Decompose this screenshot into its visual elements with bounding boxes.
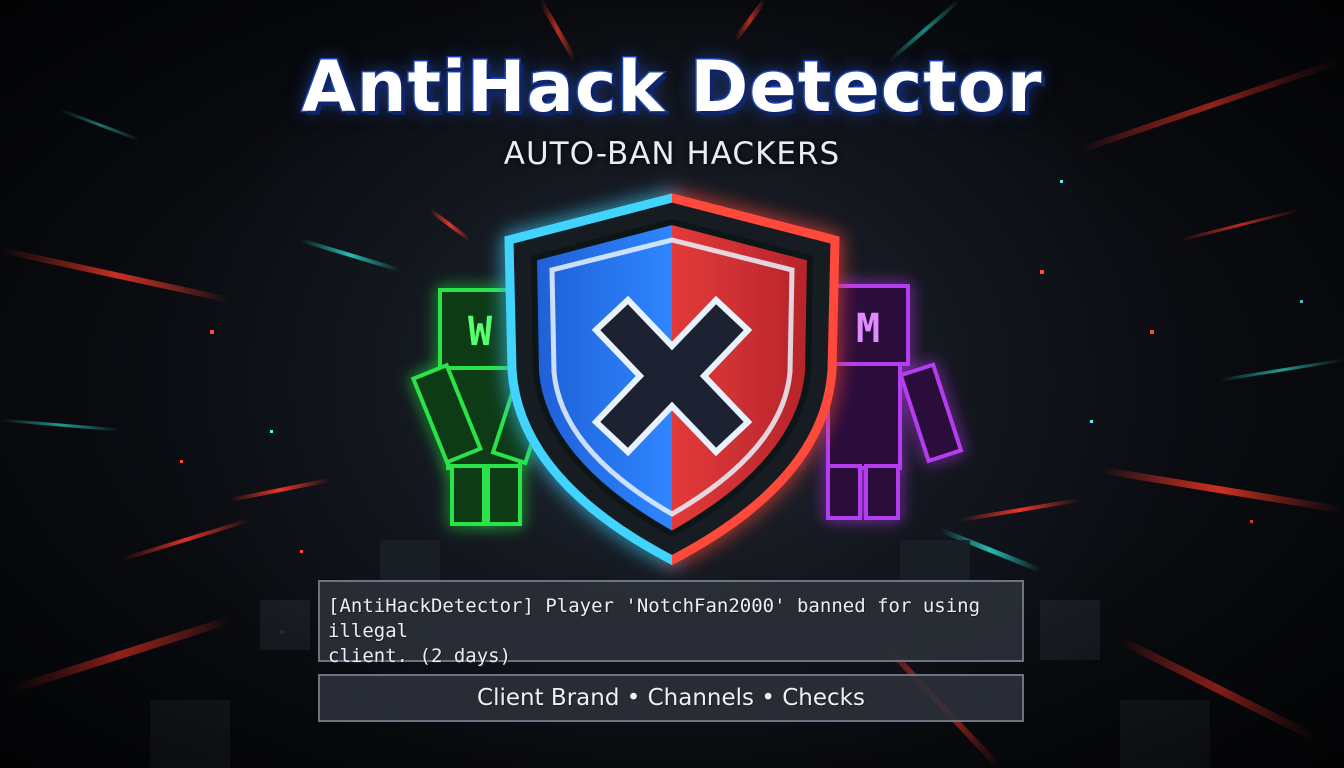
features-bar: Client Brand • Channels • Checks [318,674,1024,722]
svg-text:M: M [856,306,880,352]
chat-message-box: [AntiHackDetector] Player 'NotchFan2000'… [318,580,1024,667]
ban-announcement: [AntiHackDetector] Player 'NotchFan2000'… [328,595,981,667]
shield-x-icon [504,193,840,566]
svg-text:W: W [468,309,493,355]
game-banner: AntiHack Detector AUTO-BAN HACKERS W M [… [0,0,1344,768]
